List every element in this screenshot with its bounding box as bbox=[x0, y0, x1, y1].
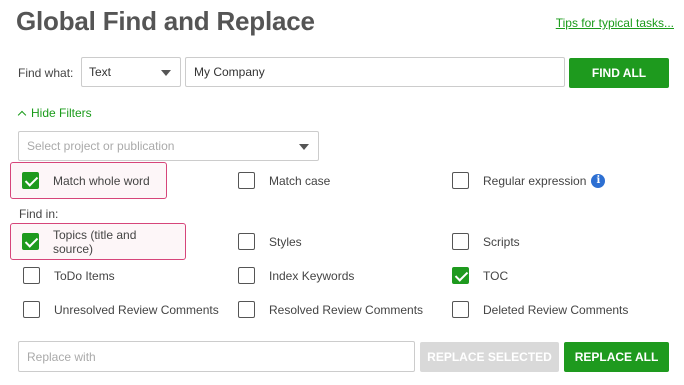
resolved-review-comments-option[interactable]: Resolved Review Comments bbox=[238, 300, 423, 319]
styles-option[interactable]: Styles bbox=[238, 232, 302, 251]
toc-option[interactable]: TOC bbox=[452, 266, 508, 285]
checkbox-label: Scripts bbox=[483, 234, 520, 249]
hide-filters-toggle[interactable]: Hide Filters bbox=[17, 106, 92, 120]
project-select-placeholder: Select project or publication bbox=[27, 139, 175, 153]
tips-link[interactable]: Tips for typical tasks... bbox=[556, 16, 674, 30]
todo-items-checkbox[interactable] bbox=[23, 267, 40, 284]
chevron-up-icon bbox=[17, 110, 27, 119]
match-case-option[interactable]: Match case bbox=[238, 171, 330, 190]
checkbox-label: Topics (title and source) bbox=[53, 227, 137, 256]
match-case-checkbox[interactable] bbox=[238, 172, 255, 189]
checkbox-label: Resolved Review Comments bbox=[269, 302, 424, 317]
toc-checkbox[interactable] bbox=[452, 267, 469, 284]
checkbox-label: Regular expression bbox=[483, 173, 587, 188]
chevron-down-icon bbox=[299, 144, 309, 150]
checkbox-label: Match whole word bbox=[53, 173, 150, 188]
info-icon[interactable]: i bbox=[591, 173, 606, 188]
topics-option[interactable]: Topics (title and source) bbox=[10, 223, 186, 260]
checkbox-label: TOC bbox=[483, 268, 509, 283]
replace-selected-button[interactable]: REPLACE SELECTED bbox=[420, 342, 559, 372]
project-select[interactable]: Select project or publication bbox=[18, 131, 319, 161]
unresolved-review-comments-option[interactable]: Unresolved Review Comments bbox=[23, 300, 219, 319]
match-whole-word-option[interactable]: Match whole word bbox=[10, 162, 167, 199]
checkbox-label: Deleted Review Comments bbox=[483, 302, 629, 317]
checkbox-label: Match case bbox=[269, 173, 331, 188]
find-type-value: Text bbox=[89, 65, 112, 79]
chevron-down-icon bbox=[161, 70, 171, 76]
hide-filters-label: Hide Filters bbox=[31, 106, 92, 120]
find-what-label: Find what: bbox=[18, 66, 74, 80]
topics-checkbox[interactable] bbox=[22, 233, 39, 250]
todo-items-option[interactable]: ToDo Items bbox=[23, 266, 115, 285]
index-keywords-option[interactable]: Index Keywords bbox=[238, 266, 354, 285]
checkbox-label: Index Keywords bbox=[269, 268, 355, 283]
replace-all-button[interactable]: REPLACE ALL bbox=[564, 342, 669, 372]
scripts-option[interactable]: Scripts bbox=[452, 232, 520, 251]
regular-expression-checkbox[interactable] bbox=[452, 172, 469, 189]
find-in-label: Find in: bbox=[19, 207, 59, 221]
deleted-review-comments-checkbox[interactable] bbox=[452, 301, 469, 318]
checkbox-label: Unresolved Review Comments bbox=[54, 302, 219, 317]
checkbox-label: Styles bbox=[269, 234, 302, 249]
deleted-review-comments-option[interactable]: Deleted Review Comments bbox=[452, 300, 628, 319]
checkbox-label: ToDo Items bbox=[54, 268, 115, 283]
index-keywords-checkbox[interactable] bbox=[238, 267, 255, 284]
regular-expression-option[interactable]: Regular expression i bbox=[452, 171, 606, 190]
match-whole-word-checkbox[interactable] bbox=[22, 172, 39, 189]
unresolved-review-comments-checkbox[interactable] bbox=[23, 301, 40, 318]
scripts-checkbox[interactable] bbox=[452, 233, 469, 250]
find-type-select[interactable]: Text bbox=[81, 57, 181, 87]
find-input[interactable] bbox=[185, 57, 565, 87]
page-title: Global Find and Replace bbox=[16, 6, 315, 36]
find-all-button[interactable]: FIND ALL bbox=[569, 58, 669, 88]
replace-input[interactable] bbox=[18, 341, 415, 372]
resolved-review-comments-checkbox[interactable] bbox=[238, 301, 255, 318]
styles-checkbox[interactable] bbox=[238, 233, 255, 250]
